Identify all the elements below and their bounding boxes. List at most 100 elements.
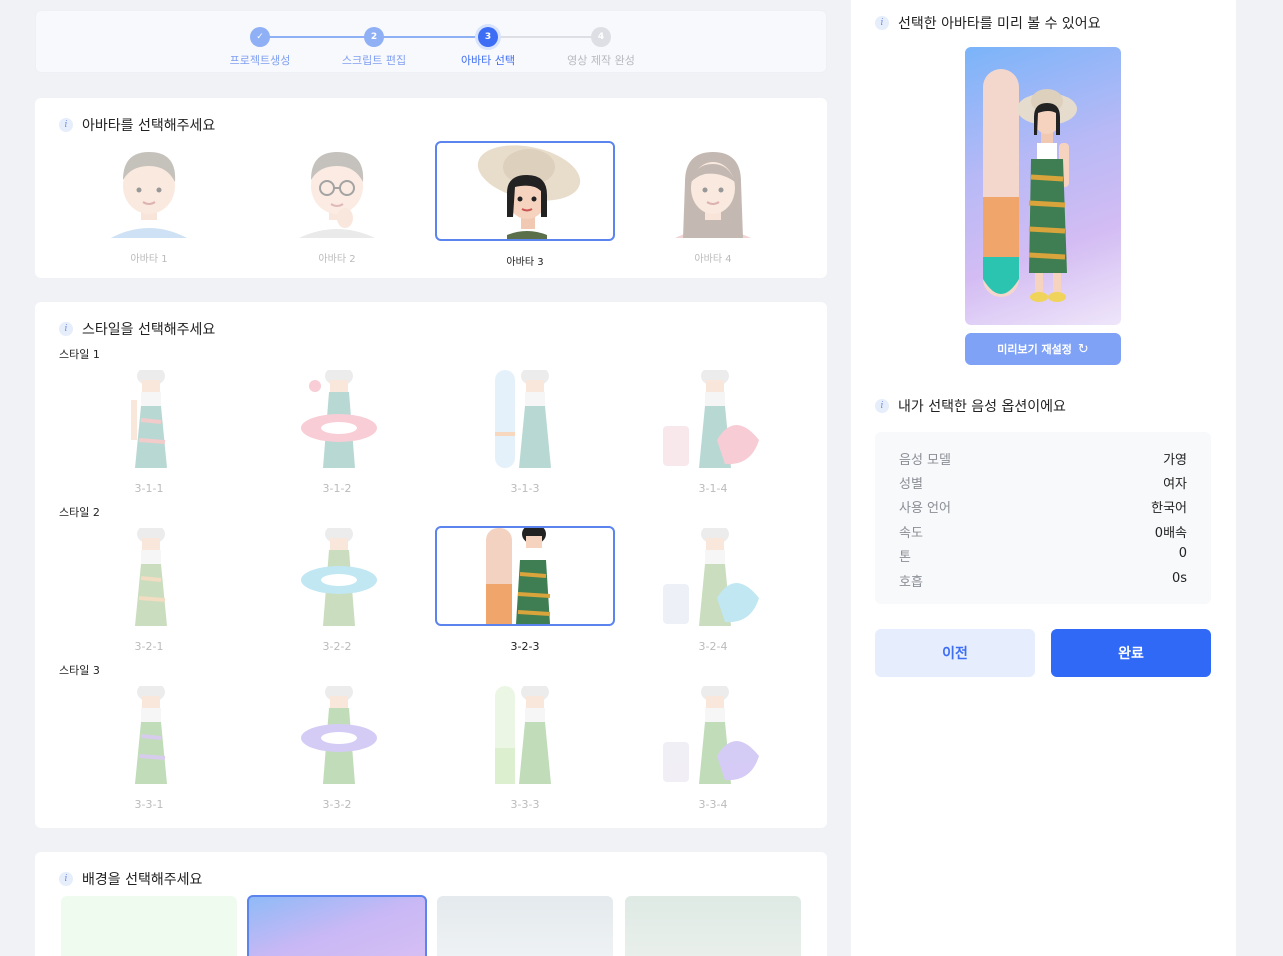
background-option-4[interactable] <box>625 896 801 956</box>
info-icon: i <box>875 399 889 413</box>
avatar-option-1[interactable]: 아바타 1 <box>61 142 237 265</box>
step-label: 영상 제작 완성 <box>567 54 635 67</box>
voice-value: 한국어 <box>1151 501 1187 516</box>
avatar-label: 아바타 4 <box>694 254 732 265</box>
style-figure-luggage-illustration <box>663 370 759 468</box>
style-label: 3-2-4 <box>698 640 728 653</box>
style-figure-illustration <box>131 370 167 468</box>
style-figure-luggage-illustration <box>663 528 759 626</box>
style-option-3-2-2[interactable]: 3-2-2 <box>249 528 425 653</box>
style-thumbnail <box>61 686 241 784</box>
info-icon: i <box>59 118 73 132</box>
style-label: 3-2-2 <box>322 640 352 653</box>
style-label: 3-1-3 <box>510 482 540 495</box>
preview-title: 선택한 아바타를 미리 볼 수 있어요 <box>898 16 1101 32</box>
style-figure-float-illustration <box>301 686 377 784</box>
background-option-2-selected[interactable] <box>247 895 427 956</box>
section-title: i 아바타를 선택해주세요 <box>59 115 215 135</box>
check-icon: ✓ <box>250 27 270 47</box>
avatar-thumbnail <box>61 142 237 238</box>
step-video-complete: 4 영상 제작 완성 <box>541 27 661 68</box>
avatar-option-3[interactable]: 아바타 3 <box>435 141 615 268</box>
background-section-title: 배경을 선택해주세요 <box>82 872 203 888</box>
avatar-option-2[interactable]: 아바타 2 <box>249 142 425 265</box>
style-thumbnail <box>249 528 429 626</box>
style-option-3-3-2[interactable]: 3-3-2 <box>249 686 425 811</box>
style-option-3-1-1[interactable]: 3-1-1 <box>61 370 237 495</box>
style-thumbnail <box>437 370 617 468</box>
voice-section-title: 내가 선택한 음성 옵션이에요 <box>898 399 1066 415</box>
voice-value: 0s <box>1171 571 1187 586</box>
voice-value: 가영 <box>1163 453 1187 468</box>
style-label: 3-1-2 <box>322 482 352 495</box>
style-option-3-3-1[interactable]: 3-3-1 <box>61 686 237 811</box>
section-title: i 스타일을 선택해주세요 <box>59 319 215 339</box>
preview-reset-label: 미리보기 재설정 <box>997 343 1072 356</box>
style-label: 3-3-1 <box>134 798 164 811</box>
voice-row-breath: 호흡 0s <box>899 571 1187 590</box>
step-avatar-select: 3 아바타 선택 <box>428 27 548 68</box>
style-label: 3-3-3 <box>510 798 540 811</box>
step-label: 아바타 선택 <box>460 54 516 67</box>
style-option-3-3-4[interactable]: 3-3-4 <box>625 686 801 811</box>
voice-row-language: 사용 언어 한국어 <box>899 497 1187 516</box>
style-group-label: 스타일 3 <box>59 664 100 677</box>
right-panel: i 선택한 아바타를 미리 볼 수 있어요 미리보기 재설정 ↻ i 내가 선택… <box>851 0 1236 956</box>
step-number: 4 <box>591 27 611 47</box>
avatar-preview <box>965 47 1121 325</box>
previous-button[interactable]: 이전 <box>875 629 1035 677</box>
background-option-3[interactable] <box>437 896 613 956</box>
style-figure-illustration <box>135 686 167 784</box>
step-number: 3 <box>478 27 498 47</box>
step-project-create: ✓ 프로젝트생성 <box>200 27 320 68</box>
style-label: 3-3-4 <box>698 798 728 811</box>
style-figure-surfboard-illustration <box>486 528 551 624</box>
style-option-3-1-4[interactable]: 3-1-4 <box>625 370 801 495</box>
voice-row-speed: 속도 0배속 <box>899 522 1187 541</box>
complete-button[interactable]: 완료 <box>1051 629 1211 677</box>
voice-row-tone: 톤 0 <box>899 546 1187 565</box>
avatar-label: 아바타 2 <box>318 254 356 265</box>
voice-key: 톤 <box>899 550 911 565</box>
section-title: i 선택한 아바타를 미리 볼 수 있어요 <box>875 13 1101 33</box>
style-selection-card: i 스타일을 선택해주세요 스타일 1 스타일 2 스타일 3 3-1-1 3-… <box>35 302 827 828</box>
background-option-1[interactable] <box>61 896 237 956</box>
section-title: i 내가 선택한 음성 옵션이에요 <box>875 396 1066 416</box>
style-figure-float-illustration <box>301 370 377 468</box>
style-figure-illustration <box>135 528 167 626</box>
style-group-label: 스타일 2 <box>59 506 100 519</box>
voice-key: 속도 <box>899 526 923 541</box>
voice-value: 0배속 <box>1154 526 1187 541</box>
style-label: 3-2-3 <box>510 640 540 653</box>
step-label: 스크립트 편집 <box>341 54 407 67</box>
avatar-option-4[interactable]: 아바타 4 <box>625 142 801 265</box>
avatar-female-illustration <box>675 152 751 238</box>
style-option-3-1-2[interactable]: 3-1-2 <box>249 370 425 495</box>
style-label: 3-2-1 <box>134 640 164 653</box>
style-option-3-1-3[interactable]: 3-1-3 <box>437 370 613 495</box>
style-figure-luggage-illustration <box>663 686 759 784</box>
avatar-thumbnail <box>625 142 801 238</box>
style-option-3-3-3[interactable]: 3-3-3 <box>437 686 613 811</box>
style-figure-float-illustration <box>301 528 377 626</box>
avatar-sunhat-illustration <box>477 145 581 239</box>
preview-reset-button[interactable]: 미리보기 재설정 ↻ <box>965 333 1121 365</box>
refresh-icon: ↻ <box>1077 341 1089 357</box>
style-thumbnail <box>437 686 617 784</box>
voice-row-model: 음성 모델 가영 <box>899 449 1187 468</box>
style-thumbnail <box>625 370 805 468</box>
avatar-selection-card: i 아바타를 선택해주세요 아바타 1 아바타 2 아바타 3 아바타 4 <box>35 98 827 278</box>
voice-value: 0 <box>1178 546 1187 561</box>
style-option-3-2-4[interactable]: 3-2-4 <box>625 528 801 653</box>
style-option-3-2-1[interactable]: 3-2-1 <box>61 528 237 653</box>
avatar-glasses-illustration <box>299 152 375 238</box>
style-section-title: 스타일을 선택해주세요 <box>82 322 216 338</box>
style-thumbnail <box>625 528 805 626</box>
style-option-3-2-3[interactable]: 3-2-3 <box>435 526 615 653</box>
section-title: i 배경을 선택해주세요 <box>59 869 202 889</box>
info-icon: i <box>875 16 889 30</box>
voice-key: 음성 모델 <box>899 453 951 468</box>
style-thumbnail-selected <box>435 526 615 626</box>
avatar-section-title: 아바타를 선택해주세요 <box>82 118 216 134</box>
voice-key: 성별 <box>899 477 923 492</box>
